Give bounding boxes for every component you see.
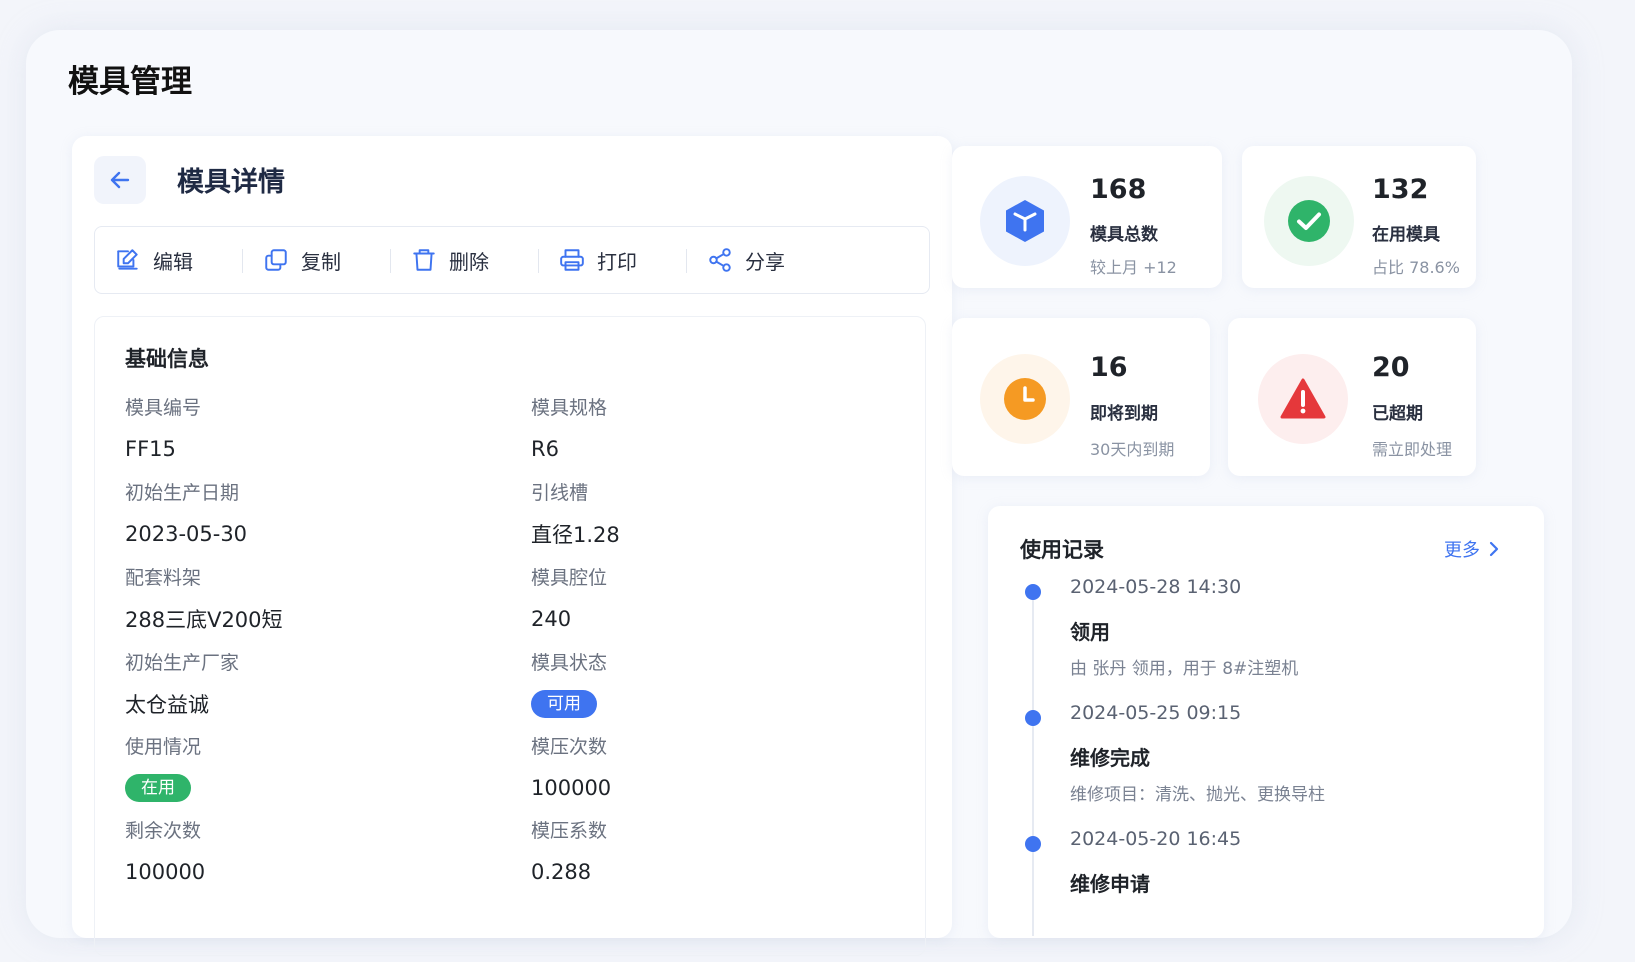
log-action: 领用 [1070, 620, 1110, 644]
stat-number: 132 [1372, 174, 1429, 205]
field-spec: 模具规格 R6 [531, 393, 607, 464]
detail-title: 模具详情 [177, 167, 285, 198]
field-value: 288三底V200短 [125, 608, 283, 632]
field-status: 模具状态 可用 [531, 648, 607, 719]
print-button[interactable]: 打印 [539, 227, 687, 293]
check-circle-icon [1288, 200, 1330, 242]
timeline-dot [1025, 836, 1041, 852]
field-press-count: 模压次数 100000 [531, 732, 611, 803]
field-label: 引线槽 [531, 482, 589, 504]
field-label: 模具状态 [531, 652, 608, 674]
stat-label: 在用模具 [1372, 225, 1440, 245]
share-icon [709, 248, 731, 272]
printer-icon [560, 249, 584, 271]
field-value: R6 [531, 437, 559, 461]
copy-button[interactable]: 复制 [243, 227, 391, 293]
stat-number: 16 [1090, 352, 1128, 383]
field-maker: 初始生产厂家 太仓益诚 [125, 648, 239, 719]
stat-number: 168 [1090, 174, 1147, 205]
field-cavity: 模具腔位 240 [531, 563, 607, 634]
log-time: 2024-05-28 14:30 [1070, 576, 1242, 598]
copy-label: 复制 [301, 249, 341, 274]
field-value: 0.288 [531, 860, 592, 884]
usage-log-card: 使用记录 更多 2024-05-28 14:30 领用 由 张丹 领用，用于 8… [988, 506, 1544, 938]
delete-button[interactable]: 删除 [391, 227, 539, 293]
field-value: 100000 [531, 776, 612, 800]
field-value: 100000 [125, 860, 206, 884]
log-desc: 维修项目：清洗、抛光、更换导柱 [1070, 785, 1325, 805]
stat-card-total[interactable]: 168 模具总数 较上月 +12 [952, 146, 1222, 288]
log-action: 维修申请 [1070, 872, 1150, 896]
log-action: 维修完成 [1070, 746, 1150, 770]
stat-sub: 占比 78.6% [1372, 258, 1460, 277]
more-link[interactable]: 更多 [1444, 536, 1500, 562]
stat-card-overdue[interactable]: 20 已超期 需立即处理 [1228, 318, 1476, 476]
field-rack: 配套料架 288三底V200短 [125, 563, 283, 634]
stat-label: 已超期 [1372, 404, 1423, 424]
action-toolbar: 编辑 复制 删除 打印 分享 [94, 226, 930, 294]
clock-icon [1004, 378, 1046, 420]
timeline-dot [1025, 710, 1041, 726]
field-value: 直径1.28 [531, 523, 620, 547]
trash-icon [413, 249, 435, 271]
field-mold-no: 模具编号 FF15 [125, 393, 201, 464]
field-label: 模压系数 [531, 820, 608, 842]
page-title: 模具管理 [68, 64, 192, 100]
log-desc: 由 张丹 领用，用于 8#注塑机 [1070, 659, 1299, 679]
stat-card-expiring[interactable]: 16 即将到期 30天内到期 [952, 318, 1210, 476]
field-label: 配套料架 [125, 567, 202, 589]
share-label: 分享 [745, 249, 785, 274]
stat-label: 即将到期 [1090, 404, 1158, 424]
stat-sub: 需立即处理 [1372, 440, 1453, 459]
timeline-dot [1025, 584, 1041, 600]
more-label: 更多 [1444, 540, 1480, 561]
edit-icon [117, 249, 138, 270]
back-button[interactable] [94, 156, 146, 204]
field-press-coef: 模压系数 0.288 [531, 816, 607, 887]
field-label: 剩余次数 [125, 820, 202, 842]
log-time: 2024-05-20 16:45 [1070, 828, 1242, 850]
warning-icon [1280, 378, 1326, 419]
field-label: 初始生产厂家 [125, 652, 240, 674]
field-label: 模具腔位 [531, 567, 608, 589]
field-label: 模压次数 [531, 736, 608, 758]
print-label: 打印 [597, 249, 637, 274]
usage-badge: 在用 [125, 774, 191, 802]
stat-sub: 30天内到期 [1090, 440, 1175, 459]
usage-log-title: 使用记录 [1020, 538, 1104, 562]
field-label: 使用情况 [125, 736, 202, 758]
field-value: 2023-05-30 [125, 522, 248, 546]
edit-label: 编辑 [153, 249, 193, 274]
edit-button[interactable]: 编辑 [95, 227, 243, 293]
field-remaining: 剩余次数 100000 [125, 816, 205, 887]
arrow-left-icon [110, 171, 130, 189]
mold-detail-card: 模具详情 编辑 复制 删除 打印 分享 基础信息 模具编号 FF15 模具规格 … [72, 136, 952, 956]
field-label: 模具规格 [531, 397, 608, 419]
timeline-line [1032, 596, 1034, 936]
field-prod-date: 初始生产日期 2023-05-30 [125, 478, 247, 549]
basic-info-card: 基础信息 模具编号 FF15 模具规格 R6 初始生产日期 2023-05-30… [94, 316, 926, 956]
share-button[interactable]: 分享 [687, 227, 835, 293]
stat-sub: 较上月 +12 [1090, 258, 1177, 277]
stat-card-in-use[interactable]: 132 在用模具 占比 78.6% [1242, 146, 1476, 288]
copy-icon [265, 249, 287, 271]
status-badge: 可用 [531, 690, 597, 718]
stat-label: 模具总数 [1090, 225, 1158, 245]
field-value: 太仓益诚 [125, 693, 209, 717]
cube-icon [1006, 200, 1044, 242]
delete-label: 删除 [449, 249, 489, 274]
stat-number: 20 [1372, 352, 1410, 383]
field-value: FF15 [125, 437, 176, 461]
field-usage: 使用情况 在用 [125, 732, 201, 803]
field-label: 初始生产日期 [125, 482, 240, 504]
field-value: 240 [531, 607, 572, 631]
section-title: 基础信息 [125, 347, 209, 371]
field-lead-groove: 引线槽 直径1.28 [531, 478, 620, 549]
log-time: 2024-05-25 09:15 [1070, 702, 1242, 724]
field-label: 模具编号 [125, 397, 202, 419]
chevron-right-icon [1489, 541, 1499, 557]
